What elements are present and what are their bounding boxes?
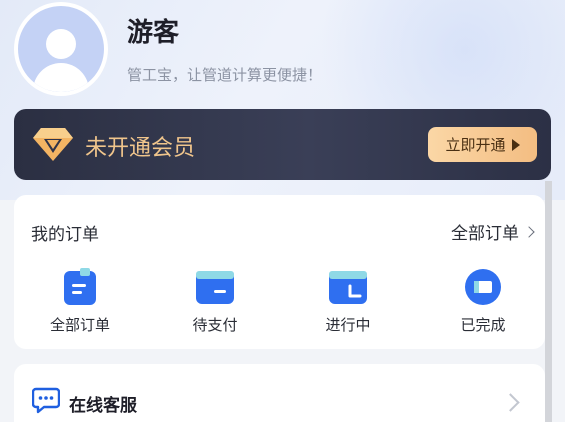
chevron-right-icon (523, 225, 535, 238)
order-item-pending-payment[interactable]: 待支付 (170, 268, 260, 335)
completed-icon (465, 269, 501, 305)
online-service-row[interactable]: 在线客服 (14, 364, 545, 422)
online-service-label: 在线客服 (69, 396, 137, 416)
order-item-completed[interactable]: 已完成 (438, 268, 528, 335)
user-name[interactable]: 游客 (127, 12, 179, 49)
scrollbar[interactable] (545, 181, 552, 422)
order-list-icon (64, 268, 96, 305)
order-item-label: 进行中 (325, 316, 371, 334)
diamond-vip-icon (33, 128, 73, 161)
avatar-body-shape (33, 63, 89, 92)
order-item-label: 全部订单 (49, 316, 110, 334)
avatar-head-shape (46, 29, 76, 59)
order-item-in-progress[interactable]: 进行中 (303, 268, 393, 335)
chevron-right-icon (501, 393, 520, 412)
view-all-orders-label: 全部订单 (451, 224, 519, 244)
orders-card: 我的订单 全部订单 全部订单 待支付 进行中 已完成 (14, 195, 545, 349)
view-all-orders-link[interactable]: 全部订单 (451, 219, 535, 244)
order-item-label: 待支付 (192, 316, 238, 334)
avatar[interactable] (14, 2, 108, 96)
activate-vip-label: 立即开通 (445, 136, 506, 154)
chat-bubble-icon (32, 387, 60, 414)
wallet-icon (196, 271, 234, 304)
play-triangle-icon (511, 138, 520, 151)
order-item-label: 已完成 (460, 316, 506, 334)
in-progress-icon (329, 271, 367, 304)
vip-status-text: 未开通会员 (85, 136, 196, 161)
user-slogan: 管工宝，让管道计算更便捷！ (127, 66, 323, 84)
vip-banner[interactable]: 未开通会员 立即开通 (14, 109, 551, 180)
activate-vip-button[interactable]: 立即开通 (428, 127, 537, 162)
orders-title: 我的订单 (31, 225, 99, 245)
order-item-all[interactable]: 全部订单 (35, 268, 125, 335)
